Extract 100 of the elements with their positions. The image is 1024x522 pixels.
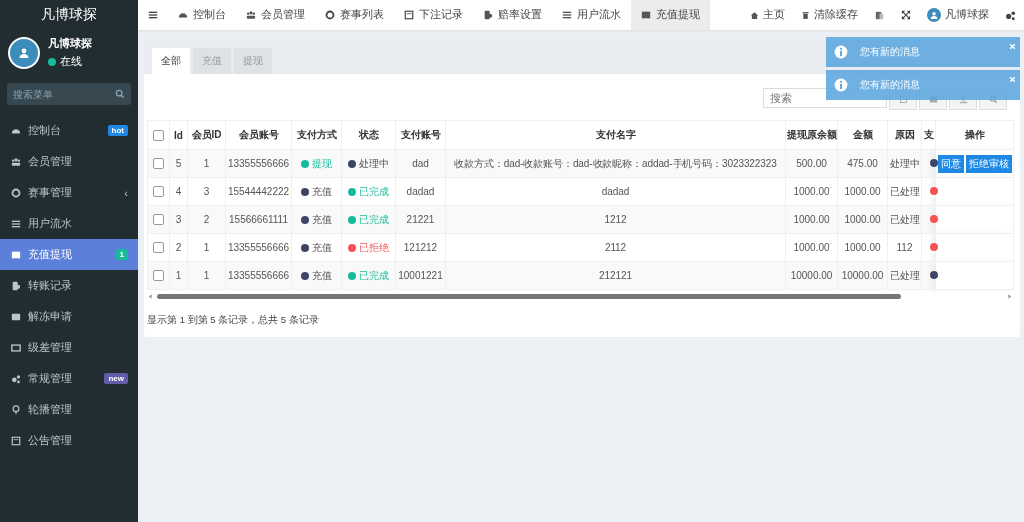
column-header: 支付方式 [291,120,342,150]
search-field[interactable]: 搜索菜单 [7,83,131,105]
table-cell: 3 [187,177,226,206]
gauge-icon [178,10,188,20]
lifebuoy-icon [325,10,335,20]
lifebuoy-icon [11,187,21,198]
left-arrow-icon [147,293,154,300]
sidebar-item[interactable]: 控制台 hot [0,115,138,146]
status-label: 充值 [301,184,332,199]
calendar-icon [404,10,414,20]
column-header: Id [169,120,188,150]
status-label: 已完成 [348,212,389,227]
nav-tab[interactable]: 赔率设置 [473,0,552,30]
table-cell: 121212 [395,233,446,262]
table-cell: 已处理 [887,177,922,206]
image-icon [11,311,21,322]
status-label: 已拒绝 [348,240,389,255]
column-header: 原因 [887,120,922,150]
info-icon [834,78,848,92]
row-checkbox[interactable] [153,242,164,254]
table-cell: 1000.00 [837,177,888,206]
nav-tab[interactable]: 会员管理 [236,0,315,30]
column-header: 状态 [341,120,396,150]
table-cell: 112 [887,233,922,262]
status-label: 充值 [301,212,332,227]
tree-icon [11,404,21,415]
nav-tab[interactable]: 下注记录 [394,0,473,30]
table-cell: 1000.00 [785,233,838,262]
nav-tab[interactable]: 充值提现 [631,0,710,30]
table-cell: 1000.00 [785,177,838,206]
sidebar-item[interactable]: 转账记录 [0,270,138,301]
row-checkbox[interactable] [153,214,164,226]
sidebar-item[interactable]: 充值提现 1 [0,239,138,270]
column-header: 支付名字 [445,120,786,150]
column-header: 提现原余额 [785,120,838,150]
reject-button[interactable]: 拒绝审核 [965,154,1012,173]
table-cell: 1000.00 [837,233,888,262]
fullscreen-icon [901,10,911,20]
close-icon [1009,76,1016,83]
row-checkbox[interactable] [153,186,164,198]
sidebar-item[interactable]: 公告管理 [0,425,138,456]
sidebar-item[interactable]: 解冻申请 [0,301,138,332]
sidebar-item[interactable]: 级差管理 [0,332,138,363]
status-label: 处理中 [348,156,389,171]
status-label: 提现 [301,156,332,171]
nav-tab[interactable]: 控制台 [168,0,236,30]
sidebar-item[interactable]: 会员管理 [0,146,138,177]
table-cell: 13355556666 [225,233,292,262]
right-arrow-icon [1006,293,1013,300]
sidebar-item[interactable]: 轮播管理 [0,394,138,425]
info-icon [834,45,848,59]
user-menu[interactable]: 凡博球探 [919,8,997,22]
table-cell: 1212 [445,205,786,234]
select-all-checkbox[interactable] [153,129,164,141]
column-header: 会员账号 [225,120,292,150]
table-cell: 13355556666 [225,261,292,290]
caret-icon: ‹ [124,186,128,199]
table-cell: 4 [169,177,188,206]
avatar-icon [8,36,40,69]
menu-badge: hot [107,125,128,136]
table-cell: 212121 [445,261,786,290]
list-icon [11,218,21,229]
sidebar-item[interactable]: 赛事管理 ‹ [0,177,138,208]
table-cell: 15544442222 [225,177,292,206]
settings-icon [1005,9,1016,21]
menu-badge: new [104,373,128,384]
nav-tab[interactable]: 用户流水 [552,0,631,30]
window-icon [11,342,21,353]
filter-tab[interactable]: 全部 [152,48,190,74]
top-link[interactable]: 清除缓存 [793,8,866,22]
menu-badge: 1 [115,249,128,260]
pagination-info: 显示第 1 到第 5 条记录，总共 5 条记录 [147,314,320,327]
column-header: 金额 [837,120,888,150]
gears-icon [11,373,21,384]
status-label: 已完成 [348,268,389,283]
scrollbar-thumb[interactable] [157,293,902,299]
table-cell: dadad [445,177,786,206]
column-header: 支 [921,120,936,150]
column-header: 支付账号 [395,120,446,150]
sidebar-item[interactable]: 常规管理 new [0,363,138,394]
user-icon [927,8,941,22]
column-header: 操作 [935,120,1014,150]
top-link[interactable]: 主页 [742,8,793,22]
calendar-icon [11,435,21,446]
search-icon [115,89,125,99]
column-header: 会员ID [187,120,226,150]
row-checkbox[interactable] [153,270,164,282]
status-label: 充值 [301,240,332,255]
sidebar-item[interactable]: 用户流水 [0,208,138,239]
list-icon [562,10,572,20]
nav-tab[interactable]: 赛事列表 [315,0,394,30]
table-cell: 15566661111 [225,205,292,234]
home-icon [750,10,759,20]
trash-icon [801,10,810,20]
approve-button[interactable]: 同意 [937,154,964,173]
notification-text: 您有新的消息 [860,45,920,59]
table-cell: 2112 [445,233,786,262]
table-cell: 13355556666 [225,149,292,178]
users-icon [11,156,21,167]
row-checkbox[interactable] [153,158,164,170]
